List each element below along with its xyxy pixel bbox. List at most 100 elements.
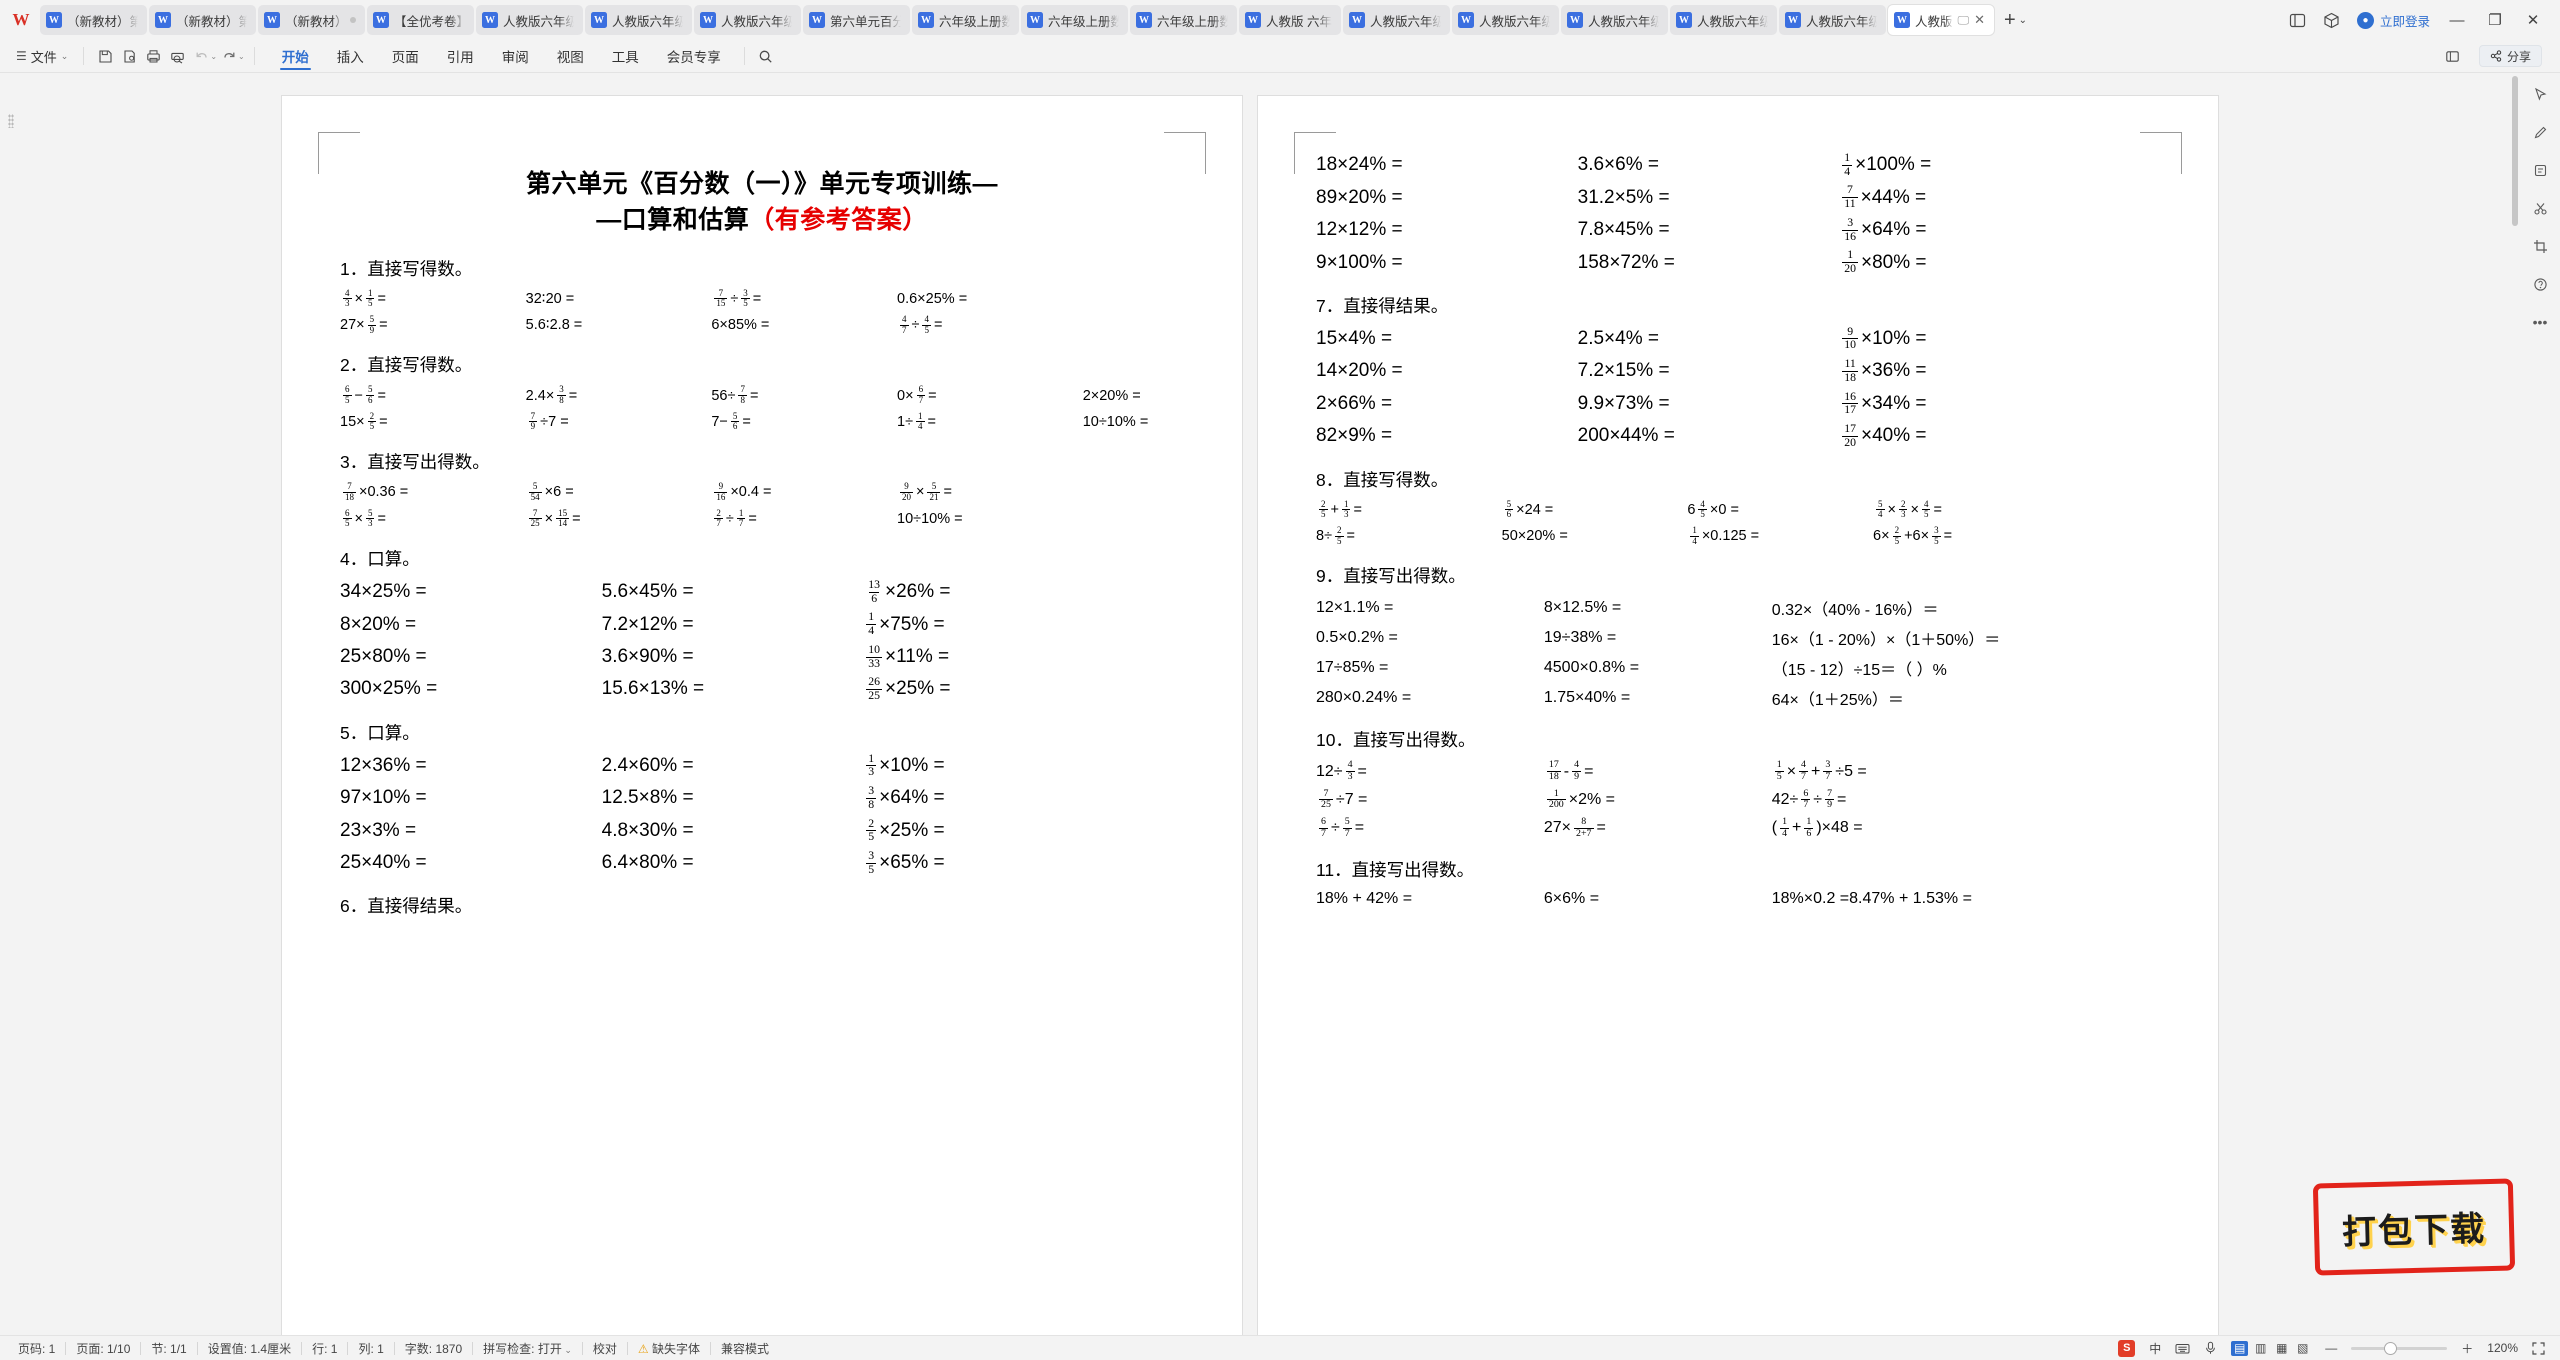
window-tab[interactable]: W 人教版六年级 <box>1560 5 1668 35</box>
print-preview-icon[interactable] <box>165 44 189 68</box>
fraction-numerator: 5 <box>369 313 375 324</box>
zoom-level-label[interactable]: 120% <box>2480 1341 2525 1355</box>
status-item[interactable]: ⚠ 缺失字体 <box>628 1340 710 1357</box>
status-item[interactable]: 行: 1 <box>302 1340 347 1357</box>
share-button[interactable]: 分享 <box>2478 45 2542 67</box>
zoom-slider-track[interactable] <box>2351 1342 2448 1354</box>
fullscreen-icon[interactable] <box>2525 1341 2552 1355</box>
ribbon-tab-插入[interactable]: 插入 <box>323 41 378 72</box>
fraction-numerator: 3 <box>868 784 875 798</box>
view-mode-group[interactable]: ▤ ▥ ▦ ▧ <box>2224 1340 2318 1356</box>
view-print-layout-icon[interactable]: ▤ <box>2231 1340 2249 1356</box>
status-item[interactable]: 页面: 1/10 <box>66 1340 140 1357</box>
ribbon-tab-页面[interactable]: 页面 <box>378 41 433 72</box>
math-expression: 14×20% = <box>1316 360 1403 382</box>
ribbon-tab-视图[interactable]: 视图 <box>543 41 598 72</box>
new-tab-button[interactable]: + <box>2004 10 2016 30</box>
new-tab-chevron-down-icon[interactable]: ⌄ <box>2019 15 2027 26</box>
document-page-2[interactable]: 18×24% = 3.6×6% = 1 4 ×100% = 89×20% = 31.2×5%… <box>1258 96 2218 1336</box>
download-watermark-stamp[interactable]: 打包下载 <box>2312 1178 2516 1276</box>
ribbon-tab-审阅[interactable]: 审阅 <box>488 41 543 72</box>
status-item[interactable]: 页码: 1 <box>8 1340 65 1357</box>
fraction-numerator: 5 <box>1506 498 1512 509</box>
ribbon-tab-开始[interactable]: 开始 <box>268 41 323 72</box>
status-item[interactable]: 校对 <box>583 1340 627 1357</box>
ribbon-tab-引用[interactable]: 引用 <box>433 41 488 72</box>
window-tab[interactable]: W 六年级上册数 <box>1130 5 1237 35</box>
tab-close-icon[interactable]: ✕ <box>1974 12 1985 28</box>
minimize-button[interactable]: — <box>2446 12 2468 29</box>
window-tab[interactable]: W （新教材） <box>258 5 365 35</box>
scrollbar-thumb[interactable] <box>2512 76 2518 226</box>
window-tab[interactable]: W 人教版六年级 <box>1342 5 1450 35</box>
crop-icon[interactable] <box>2528 234 2552 258</box>
mic-icon[interactable] <box>2197 1341 2224 1355</box>
document-page-1[interactable]: 第六单元《百分数（一）》单元专项训练— —口算和估算（有参考答案） 1．直接写得… <box>282 96 1242 1336</box>
zoom-slider[interactable] <box>2344 1342 2454 1354</box>
window-tab[interactable]: W 人教版六年级 <box>1778 5 1886 35</box>
view-reading-icon[interactable]: ▦ <box>2273 1341 2290 1356</box>
help-icon[interactable] <box>2528 272 2552 296</box>
zoom-in-button[interactable]: ＋ <box>2454 1340 2480 1357</box>
vertical-scrollbar[interactable] <box>2510 74 2520 1335</box>
undo-chevron-down-icon[interactable]: ⌄ <box>210 52 217 61</box>
window-tab[interactable]: W 人教版六年级 <box>1451 5 1559 35</box>
status-item[interactable]: 列: 1 <box>348 1340 393 1357</box>
window-tab[interactable]: W （新教材）第 <box>40 5 147 35</box>
window-tab[interactable]: W 人教版六年级 <box>476 5 583 35</box>
window-tab[interactable]: W 第六单元百分 <box>803 5 910 35</box>
redo-chevron-down-icon[interactable]: ⌄ <box>238 52 245 61</box>
ribbon-tab-会员专享[interactable]: 会员专享 <box>653 41 735 72</box>
tab-preview-icon[interactable]: 🖵 <box>1958 13 1970 28</box>
math-expression: 3 5 ×65% = <box>863 849 945 876</box>
window-tab[interactable]: W 人教版六年级 <box>694 5 801 35</box>
window-tab[interactable]: W 六年级上册数 <box>912 5 1019 35</box>
window-tab[interactable]: W 人教版 🖵 ✕ <box>1887 5 1994 35</box>
problem-row: 6 5−5 6 = 2.4× 3 8 = 56÷ 7 8 = 0× 6 7 = 2×20% = <box>340 385 1184 405</box>
drag-handle-icon[interactable] <box>8 114 14 128</box>
status-item[interactable]: 拼写检查: 打开 ⌄ <box>473 1340 582 1357</box>
math-text: ×40% = <box>1861 425 1927 447</box>
wps-logo-icon[interactable]: W <box>4 5 38 35</box>
status-item[interactable]: 字数: 1870 <box>395 1340 472 1357</box>
help-circle-icon[interactable] <box>2441 44 2465 68</box>
window-tab[interactable]: W 【全优考卷】 <box>367 5 474 35</box>
restore-button[interactable]: ❐ <box>2484 11 2506 29</box>
keyboard-icon[interactable] <box>2168 1342 2197 1355</box>
status-item[interactable]: 节: 1/1 <box>141 1340 196 1357</box>
close-button[interactable]: ✕ <box>2522 11 2544 29</box>
view-web-layout-icon[interactable]: ▥ <box>2252 1341 2269 1356</box>
login-button[interactable]: ● 立即登录 <box>2356 11 2430 30</box>
window-tab[interactable]: W 人教版六年级 <box>1669 5 1777 35</box>
zoom-out-button[interactable]: — <box>2318 1341 2344 1355</box>
spellcheck-chevron-down-icon[interactable]: ⌄ <box>562 1345 572 1355</box>
ribbon-tab-工具[interactable]: 工具 <box>598 41 653 72</box>
scissors-icon[interactable] <box>2528 196 2552 220</box>
window-tab-label: 第六单元百分 <box>830 14 901 29</box>
cursor-select-icon[interactable] <box>2528 82 2552 106</box>
status-item[interactable]: 兼容模式 <box>711 1340 779 1357</box>
file-menu-button[interactable]: ☰ 文件 ⌄ <box>10 47 74 66</box>
window-tab[interactable]: W （新教材）第 <box>149 5 256 35</box>
print-icon[interactable] <box>141 44 165 68</box>
zoom-slider-knob[interactable] <box>2385 1342 2397 1354</box>
window-tab[interactable]: W 人教版六年级 <box>585 5 692 35</box>
window-tab[interactable]: W 六年级上册数 <box>1021 5 1128 35</box>
window-tab[interactable]: W 人教版 六年 <box>1239 5 1341 35</box>
highlight-icon[interactable] <box>2528 158 2552 182</box>
pen-icon[interactable] <box>2528 120 2552 144</box>
more-options-icon[interactable]: ••• <box>2528 310 2552 334</box>
math-expression: 42÷ 6 7 ÷ 7 9 = <box>1772 788 1847 811</box>
view-outline-icon[interactable]: ▧ <box>2294 1341 2311 1356</box>
save-as-icon[interactable] <box>117 44 141 68</box>
save-icon[interactable] <box>93 44 117 68</box>
ime-indicator[interactable]: 中 <box>2142 1340 2168 1357</box>
question-heading-text: 直接写得数。 <box>1343 469 1449 490</box>
wps-assistant-badge[interactable]: S <box>2111 1339 2142 1357</box>
math-expression: 64×（1＋25%）＝ <box>1772 686 1904 710</box>
search-icon[interactable] <box>754 44 778 68</box>
cube-icon[interactable] <box>2323 11 2341 29</box>
split-view-icon[interactable] <box>2289 11 2307 29</box>
window-tab-bar: W W （新教材）第 W （新教材）第 W （新教材） W 【全优考卷】 W 人教版六年级 W 人教版… <box>0 0 2560 40</box>
status-item[interactable]: 设置值: 1.4厘米 <box>198 1340 301 1357</box>
